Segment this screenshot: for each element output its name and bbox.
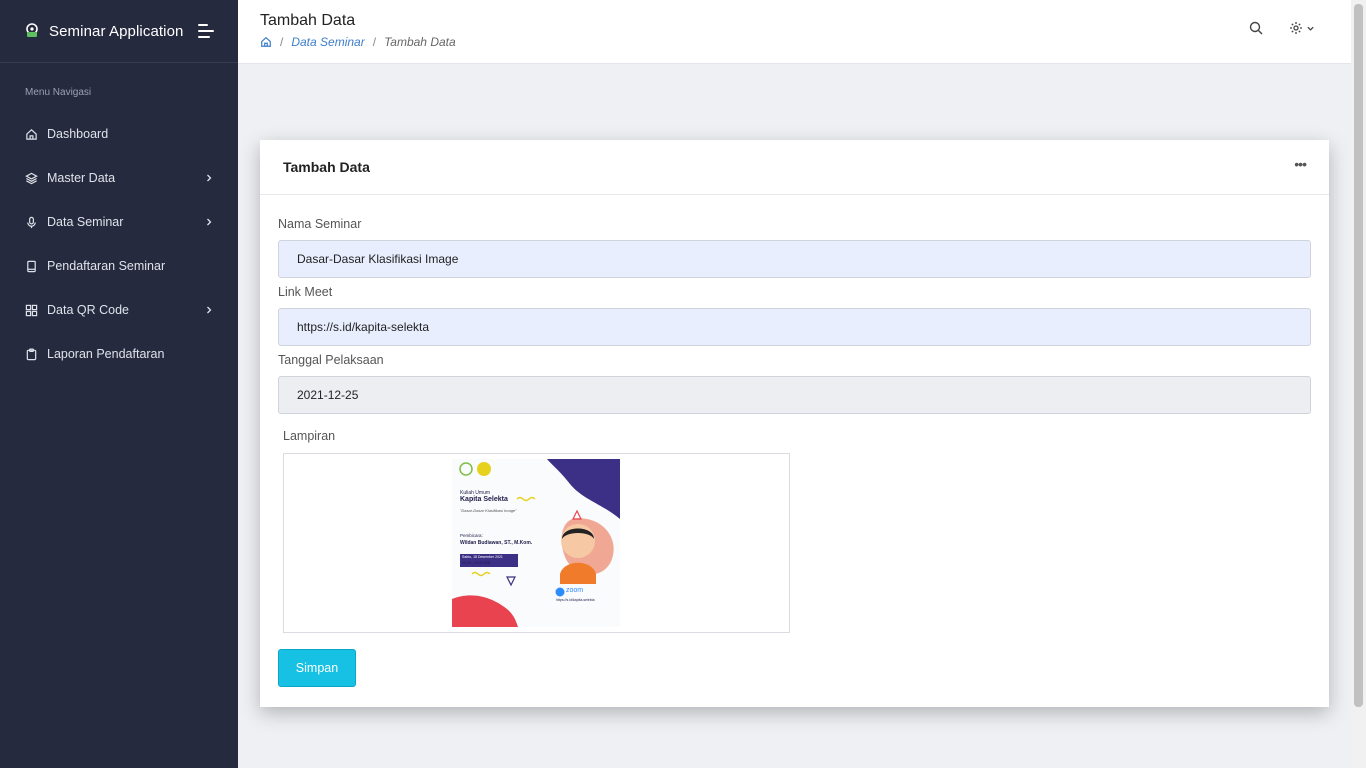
seminar-poster-image: Kuliah Umum Kapita Selekta "Dasar-Dasar … [452, 459, 620, 627]
chevron-right-icon [207, 306, 212, 314]
breadcrumb-separator: / [280, 35, 284, 49]
clipboard-icon [24, 347, 38, 361]
chevron-right-icon [207, 174, 212, 182]
grid-icon [24, 303, 38, 317]
topbar: Tambah Data / Data Seminar / Tambah Data [238, 0, 1351, 64]
page-scrollbar[interactable] [1351, 0, 1366, 768]
sidebar-item-pendaftaran-seminar[interactable]: Pendaftaran Seminar [0, 244, 238, 288]
chevron-down-icon [1307, 26, 1314, 31]
card-body: Nama Seminar Link Meet Tanggal Pelaksaan… [260, 195, 1329, 687]
breadcrumb-current: Tambah Data [384, 35, 456, 49]
app-title: Seminar Application [49, 22, 184, 40]
chevron-right-icon [207, 218, 212, 226]
sidebar-item-label: Data Seminar [47, 215, 124, 229]
lampiran-label: Lampiran [283, 429, 336, 443]
sidebar-item-label: Pendaftaran Seminar [47, 259, 166, 273]
poster-link: https://s.id/kapita-selekta [556, 598, 595, 602]
scrollbar-thumb[interactable] [1354, 4, 1363, 707]
sidebar-item-label: Data QR Code [47, 303, 129, 317]
sidebar-toggle-button[interactable] [198, 24, 214, 38]
form-card: Tambah Data ••• Nama Seminar Link Meet T… [260, 140, 1329, 707]
link-meet-label: Link Meet [278, 285, 333, 299]
book-icon [24, 259, 38, 273]
lampiran-preview: Kuliah Umum Kapita Selekta "Dasar-Dasar … [283, 453, 790, 633]
breadcrumb: / Data Seminar / Tambah Data [260, 35, 456, 49]
brand-bar: Seminar Application [0, 0, 238, 63]
sidebar-item-data-qr-code[interactable]: Data QR Code [0, 288, 238, 332]
page-title: Tambah Data [260, 12, 356, 29]
poster-line3: "Dasar-Dasar Klasifikasi Image" [460, 508, 517, 513]
app-logo-icon [24, 23, 40, 39]
poster-speaker-label: Pembicara: [460, 533, 483, 538]
card-title: Tambah Data [283, 159, 370, 175]
microphone-icon [24, 215, 38, 229]
gear-icon [1290, 22, 1302, 34]
topbar-actions [1223, 21, 1315, 35]
poster-line2: Kapita Selekta [460, 496, 508, 503]
sidebar-item-data-seminar[interactable]: Data Seminar [0, 200, 238, 244]
link-meet-input[interactable] [278, 308, 1311, 346]
card-header: Tambah Data ••• [260, 140, 1329, 195]
sidebar: Seminar Application Menu Navigasi Dashbo… [0, 0, 238, 768]
nama-seminar-label: Nama Seminar [278, 217, 362, 231]
breadcrumb-separator: / [372, 35, 377, 49]
poster-speaker: Wildan Budiawan, ST., M.Kom. [460, 540, 533, 546]
breadcrumb-link-data-seminar[interactable]: Data Seminar [291, 35, 364, 49]
poster-time: 09.00 - 10.30 WIB [462, 561, 491, 565]
tanggal-pelaksaan-input[interactable] [278, 376, 1311, 414]
search-icon[interactable] [1249, 21, 1263, 35]
sidebar-item-label: Laporan Pendaftaran [47, 347, 165, 361]
sidebar-item-master-data[interactable]: Master Data [0, 156, 238, 200]
sidebar-item-dashboard[interactable]: Dashboard [0, 112, 238, 156]
menu-section-label: Menu Navigasi [25, 87, 92, 98]
simpan-button[interactable]: Simpan [278, 649, 356, 687]
sidebar-item-laporan-pendaftaran[interactable]: Laporan Pendaftaran [0, 332, 238, 376]
layers-icon [24, 171, 38, 185]
nama-seminar-input[interactable] [278, 240, 1311, 278]
poster-platform: zoom [566, 587, 584, 594]
sidebar-item-label: Dashboard [47, 127, 109, 141]
tanggal-pelaksaan-label: Tanggal Pelaksaan [278, 353, 384, 367]
home-icon[interactable] [260, 36, 272, 48]
more-horizontal-icon[interactable]: ••• [1294, 156, 1307, 172]
sidebar-item-label: Master Data [47, 171, 116, 185]
home-icon [24, 127, 38, 141]
poster-date: Sabtu, 18 Desember 2021 [462, 555, 503, 559]
settings-dropdown[interactable] [1289, 21, 1315, 35]
